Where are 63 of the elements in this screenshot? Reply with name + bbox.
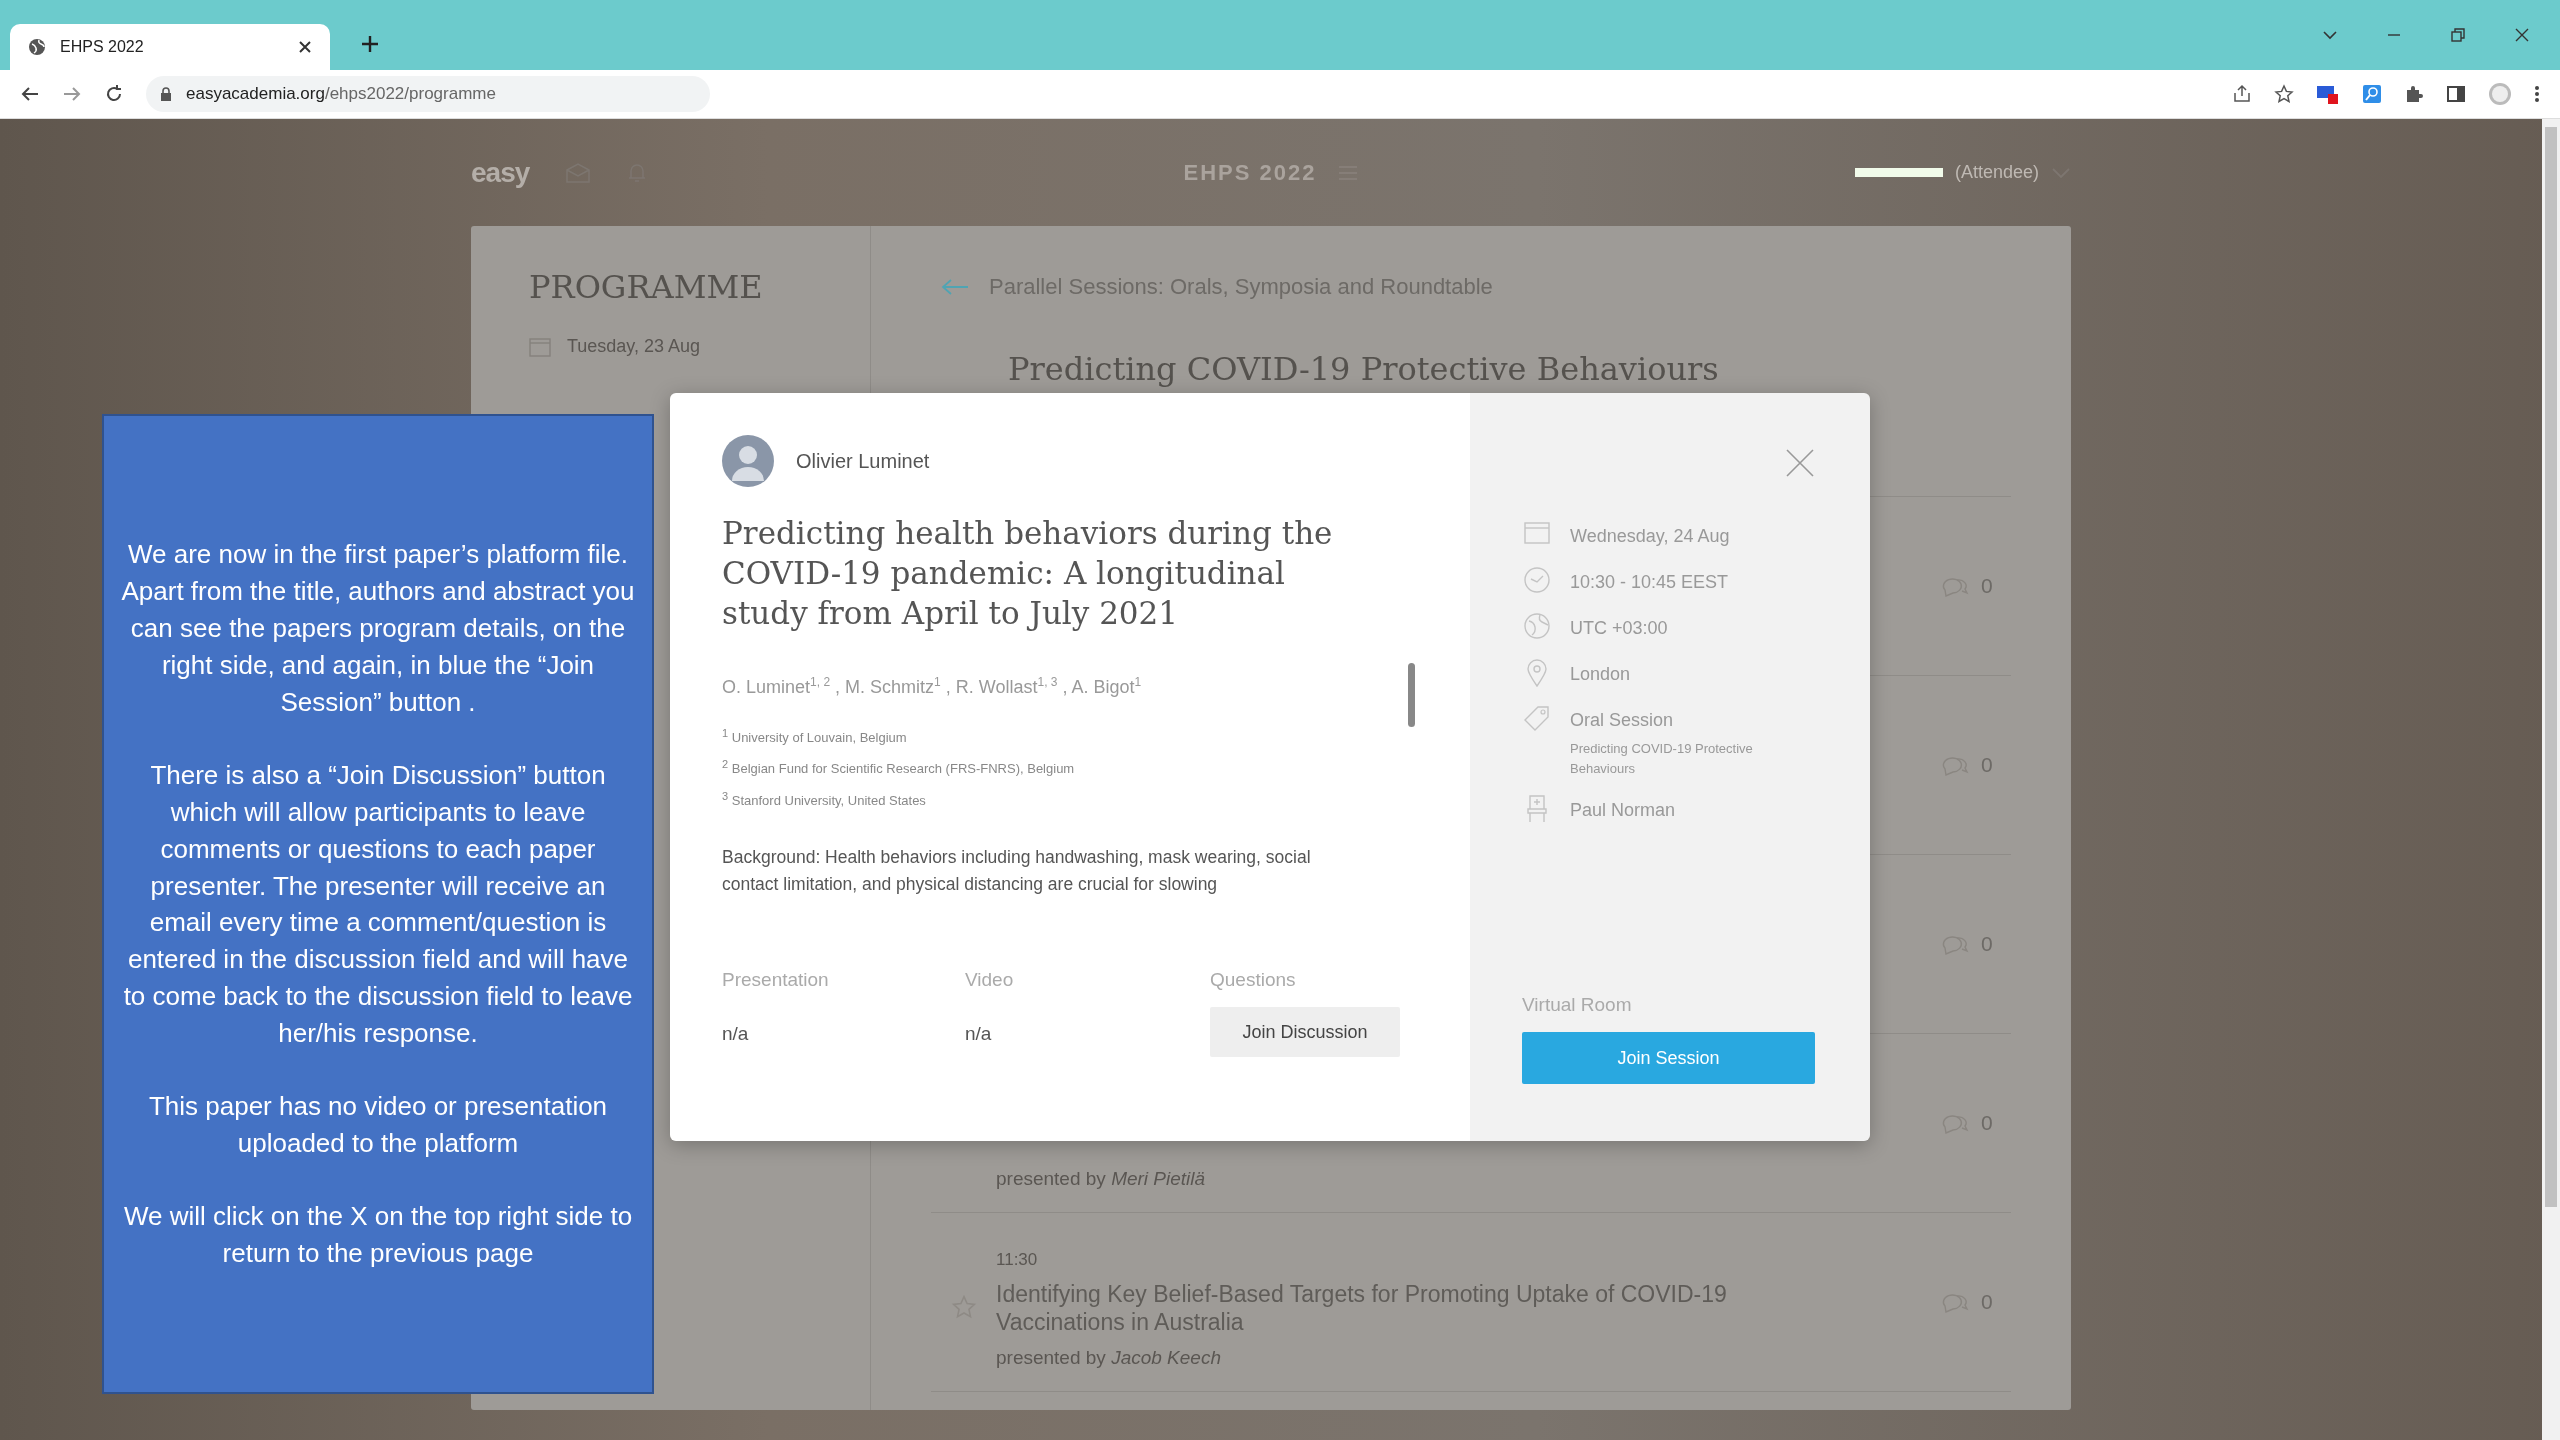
- extension-icon[interactable]: [2362, 84, 2382, 104]
- detail-text: UTC +03:00: [1570, 617, 1668, 640]
- extension-icon[interactable]: [2316, 83, 2340, 105]
- calendar-icon: [529, 336, 551, 357]
- globe-icon: [28, 38, 46, 56]
- detail-text: Oral Session: [1570, 709, 1675, 732]
- menu-icon[interactable]: [2534, 84, 2540, 104]
- map-pin-icon: [1527, 659, 1547, 687]
- detail-text: Wednesday, 24 Aug: [1570, 525, 1730, 548]
- talk-presenter: presented by Meri Pietilä: [996, 1168, 1207, 1190]
- avatar-silhouette: [722, 435, 774, 487]
- tab-title: EHPS 2022: [60, 38, 145, 56]
- detail-subtext: Predicting COVID-19 Protective Behaviours: [1570, 740, 1754, 778]
- annotation-text: We will click on the X on the top right side to return to the previous page: [122, 1199, 634, 1270]
- field-label: Presentation: [722, 969, 830, 991]
- annotation-text: We are now in the first paper’s platform file. Apart from the title, authors and abstract you can see the papers program details, on the right side, and again, in blue the “Join Session” button .: [120, 538, 636, 719]
- tag-icon: [1524, 705, 1550, 731]
- detail-text: London: [1570, 663, 1631, 686]
- puzzle-icon[interactable]: [2404, 84, 2424, 104]
- join-discussion-button[interactable]: Join Discussion: [1210, 1007, 1400, 1057]
- address-field[interactable]: easyacademia.org/ehps2022/programme: [146, 76, 710, 112]
- programme-date[interactable]: Tuesday, 23 Aug: [567, 336, 701, 357]
- author-list: O. Luminet$^{1, 2}$ , M. Schmitz$^{1}$ , R. Wollast$^{1, 3}$ , A. Bigot$^{1}$: [722, 675, 1418, 698]
- restore-icon[interactable]: [2450, 27, 2466, 43]
- lock-icon: [160, 87, 172, 101]
- profile-icon[interactable]: [2488, 82, 2512, 106]
- logo[interactable]: easy: [471, 156, 530, 189]
- detail-text: 10:30 - 10:45 EEST: [1570, 571, 1729, 594]
- field-value: n/a: [722, 1023, 750, 1045]
- browser-tab[interactable]: EHPS 2022: [10, 24, 330, 70]
- talk-presenter: presented by Jacob Keech: [996, 1347, 1222, 1369]
- talk-time: 11:30: [996, 1249, 1039, 1270]
- scrollbar-thumb[interactable]: [1408, 663, 1415, 727]
- presenter-name: Olivier Luminet: [796, 449, 930, 473]
- reload-icon[interactable]: [104, 84, 124, 104]
- annotation-text: There is also a “Join Discussion” button which will allow participants to leave comments or questions to each paper presenter. The presenter will receive an email every time a comment/question is entered in the discussion field and will have to come back to the discussion field to leave her/his response.: [122, 758, 634, 1051]
- affiliation: $^{1}$ University of Louvain, Belgium: [722, 726, 908, 748]
- field-value: n/a: [965, 1023, 993, 1045]
- close-icon[interactable]: [2514, 27, 2530, 43]
- share-icon[interactable]: [2232, 84, 2252, 104]
- star-icon[interactable]: [2274, 84, 2294, 104]
- paper-title: Predicting health behaviors during the COVID-19 pandemic: A longitudinal study from April to July 2021: [722, 514, 1334, 633]
- affiliation: $^{3}$ Stanford University, United States: [722, 788, 927, 810]
- abstract-text: Background: Health behaviors including handwashing, mask wearing, social contact limitation, and physical distancing are crucial for slowing: [722, 846, 1312, 896]
- sidebar-icon[interactable]: [2446, 84, 2466, 104]
- programme-title: PROGRAMME: [529, 268, 764, 306]
- field-label: Video: [965, 969, 1015, 991]
- field-label: Virtual Room: [1522, 994, 1633, 1016]
- join-session-button[interactable]: Join Session: [1522, 1032, 1815, 1084]
- field-label: Questions: [1210, 969, 1297, 991]
- annotation-text: This paper has no video or presentation uploaded to the platform: [147, 1090, 609, 1160]
- chair-icon: [1526, 795, 1548, 823]
- page-scrollbar[interactable]: [2542, 119, 2560, 1440]
- close-tab-icon[interactable]: [298, 40, 312, 54]
- calendar-icon: [1524, 521, 1550, 545]
- talk-title[interactable]: Identifying Key Belief-Based Targets for Promoting Uptake of COVID-19 Vaccinations in Australia: [996, 1279, 1756, 1337]
- clock-icon: [1524, 567, 1550, 593]
- globe-icon: [1524, 613, 1550, 639]
- detail-text: Paul Norman: [1570, 799, 1676, 822]
- session-title: Predicting COVID-19 Protective Behaviours: [1008, 350, 1719, 388]
- user-role[interactable]: (Attendee): [1954, 162, 2039, 183]
- affiliation: $^{2}$ Belgian Fund for Scientific Research (FRS-FNRS), Belgium: [722, 757, 1076, 779]
- new-tab-icon[interactable]: [360, 34, 380, 54]
